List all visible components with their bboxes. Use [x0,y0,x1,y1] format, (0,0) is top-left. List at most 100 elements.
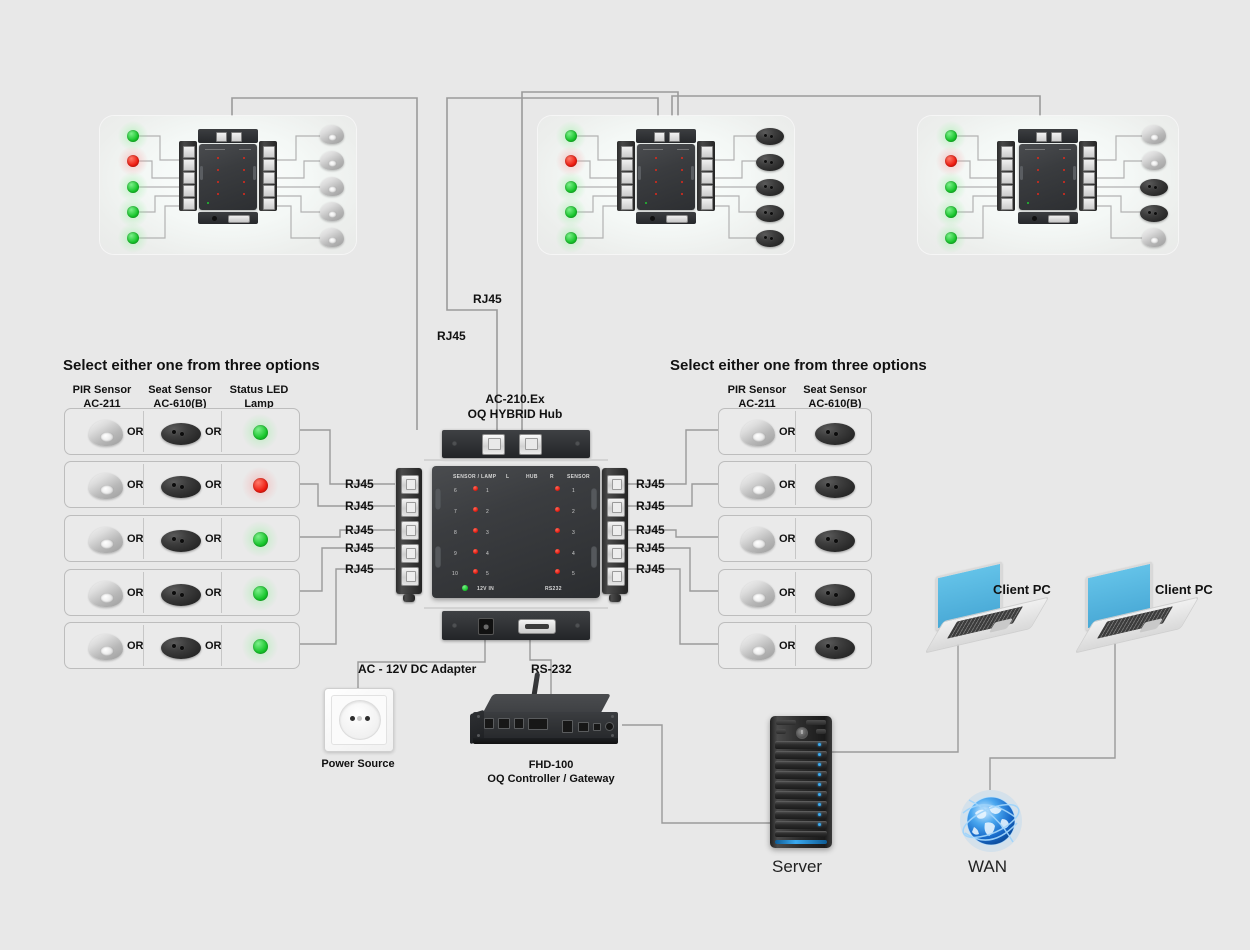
hub-right-num-2: 2 [572,509,576,515]
hub-left-inner-1: 1 [486,488,490,494]
hub-name-line1: AC-210.Ex [485,392,545,406]
gateway-name-line1: FHD-100 [528,759,574,771]
room3-hub-top-bar [1018,129,1078,143]
client-pc-1-label: Client PC [993,582,1051,597]
right-row2-seat [815,476,855,498]
hub-right-port-1[interactable] [607,475,625,494]
left-option-row-2[interactable]: OR OR [64,461,300,508]
right-row1-seat [815,423,855,445]
right-row5-seat [815,637,855,659]
room2-seat-4 [756,205,784,222]
right-row4-seat [815,584,855,606]
room1-right-port-bar [259,141,277,211]
hub-left-port-1[interactable] [401,475,419,494]
right-rj45-label-2: RJ45 [636,499,665,513]
left-row1-pir [89,420,123,446]
hub-uplink-port-2[interactable] [519,434,542,455]
hub-left-port-bar [396,468,422,594]
hub-left-port-5[interactable] [401,567,419,586]
hub-label-rs232: RS232 [545,586,562,592]
hub-bottom-flange [424,607,608,609]
hub-left-inner-5: 5 [486,571,490,577]
hub-rs232-db9-port[interactable] [518,619,556,634]
left-row3-pir [89,527,123,553]
hub-label-12v-in: 12V IN [477,586,495,592]
left-row5-pir [89,634,123,660]
room1-pir-2 [320,151,344,170]
room1-pir-1 [320,125,344,144]
wan-globe-icon [960,790,1022,852]
right-col1-line1: PIR Sensor [727,384,787,396]
room3-right-port-bar [1079,141,1097,211]
hub-label-sensor: SENSOR [567,474,590,480]
room-panel-2 [538,116,794,254]
room3-pir-5 [1142,228,1166,247]
hub-right-port-2[interactable] [607,498,625,517]
hub-top-bar [442,430,590,458]
right-row2-or: OR [779,479,796,491]
left-row5-seat [161,637,201,659]
right-option-row-5[interactable]: OR [718,622,872,669]
left-row3-or-2: OR [205,533,222,545]
left-rj45-label-5: RJ45 [345,562,374,576]
room1-hub-body [199,144,257,210]
client-pc-2 [1074,561,1200,654]
left-row2-or-1: OR [127,479,144,491]
left-option-row-5[interactable]: OR OR [64,622,300,669]
room1-pir-4 [320,202,344,221]
hub-right-port-3[interactable] [607,521,625,540]
gateway-name-line2: OQ Controller / Gateway [487,773,615,786]
left-row5-or-1: OR [127,640,144,652]
hub-left-port-bar-stub [403,594,415,602]
right-option-row-3[interactable]: OR [718,515,872,562]
hub-right-port-5[interactable] [607,567,625,586]
server-power-button[interactable] [796,727,808,739]
hub-left-port-4[interactable] [401,544,419,563]
hub-left-inner-4: 4 [486,551,490,557]
hub-left-port-3[interactable] [401,521,419,540]
server-device [770,716,832,848]
hub-main-body: SENSOR / LAMP L HUB R SENSOR 6 1 7 2 8 3… [432,466,600,598]
left-option-row-3[interactable]: OR OR [64,515,300,562]
right-row2-pir [741,473,775,499]
hub-uplink-port-1[interactable] [482,434,505,455]
left-row5-or-2: OR [205,640,222,652]
hub-dc-power-jack[interactable] [478,618,494,635]
left-row4-or-1: OR [127,587,144,599]
left-row4-seat [161,584,201,606]
left-rj45-label-2: RJ45 [345,499,374,513]
left-row4-lamp [242,575,278,611]
left-row3-seat [161,530,201,552]
gateway-name: FHD-100 OQ Controller / Gateway [470,758,632,787]
left-row1-lamp [242,414,278,450]
left-option-row-1[interactable]: OR OR [64,408,300,455]
hub-label-left: L [506,474,510,480]
hub-right-num-1: 1 [572,488,576,494]
left-option-row-4[interactable]: OR OR [64,569,300,616]
hub-left-port-2[interactable] [401,498,419,517]
right-option-row-2[interactable]: OR [718,461,872,508]
left-row1-or-2: OR [205,426,222,438]
hub-right-port-4[interactable] [607,544,625,563]
room1-left-port-bar [179,141,197,211]
power-socket [324,688,394,752]
hub-right-num-3: 3 [572,530,576,536]
room3-led-5 [936,223,966,253]
gateway-device [468,671,624,758]
hub-left-num-2: 7 [454,509,458,515]
left-row4-or-2: OR [205,587,222,599]
room2-seat-2 [756,154,784,171]
left-rj45-label-1: RJ45 [345,477,374,491]
uplink-rj45-lower-label: RJ45 [437,329,466,343]
right-row5-pir [741,634,775,660]
hub-label-hub: HUB [526,474,538,480]
right-row1-or: OR [779,426,796,438]
room3-pir-1 [1142,125,1166,144]
left-group-heading: Select either one from three options [63,357,320,374]
room3-hub-bottom-bar [1018,212,1078,224]
right-option-row-1[interactable]: OR [718,408,872,455]
right-option-row-4[interactable]: OR [718,569,872,616]
hub-right-num-4: 4 [572,551,576,557]
room1-pir-3 [320,177,344,196]
right-col2-line1: Seat Sensor [803,384,867,396]
